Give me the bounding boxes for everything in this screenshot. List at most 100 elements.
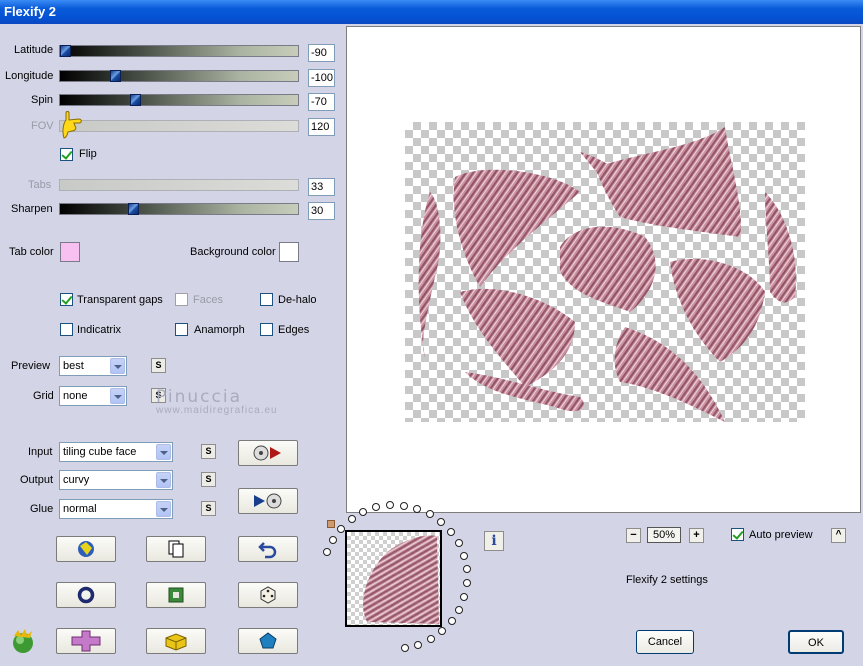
latitude-label: Latitude: [14, 44, 54, 56]
dice-button[interactable]: [238, 582, 298, 608]
preview-image: [405, 122, 805, 422]
latitude-thumb[interactable]: [60, 45, 71, 57]
navigator-dot[interactable]: [446, 527, 455, 536]
chevron-down-icon[interactable]: [110, 358, 125, 374]
frame-button[interactable]: [146, 582, 206, 608]
indicatrix-label: Indicatrix: [77, 324, 122, 336]
de-halo-checkbox[interactable]: [260, 293, 273, 306]
output-label: Output: [20, 474, 54, 486]
sharpen-thumb[interactable]: [128, 203, 139, 215]
cross-button[interactable]: [56, 628, 116, 654]
input-select[interactable]: tiling cube face: [59, 442, 173, 462]
navigator-dot[interactable]: [438, 627, 447, 636]
pentagon-icon: [259, 632, 277, 649]
zoom-in-button[interactable]: +: [689, 528, 704, 543]
tab-color-swatch[interactable]: [60, 242, 80, 262]
tabs-value[interactable]: 33: [308, 178, 335, 196]
edges-checkbox[interactable]: [260, 323, 273, 336]
navigator-dot[interactable]: [347, 515, 356, 524]
sharpen-label: Sharpen: [11, 203, 53, 215]
info-button[interactable]: i: [484, 531, 504, 551]
faces-checkbox[interactable]: [175, 293, 188, 306]
navigator-dot[interactable]: [414, 641, 423, 650]
output-select[interactable]: curvy: [59, 470, 173, 490]
navigator-dot[interactable]: [455, 605, 464, 614]
tabs-slider[interactable]: [59, 179, 299, 191]
preview-marker[interactable]: [327, 520, 335, 528]
navigator-dot[interactable]: [462, 565, 471, 574]
preview-canvas[interactable]: [346, 26, 861, 513]
navigator-dot[interactable]: [329, 535, 338, 544]
arrow-right-disc-icon: [254, 493, 282, 509]
sharpen-value[interactable]: 30: [308, 202, 335, 220]
randomize-button[interactable]: [56, 536, 116, 562]
navigator-dot[interactable]: [460, 592, 469, 601]
watermark-site: www.maidiregrafica.eu: [156, 405, 278, 416]
fov-slider[interactable]: [59, 120, 299, 132]
auto-preview-label: Auto preview: [749, 529, 813, 541]
copy-button[interactable]: [146, 536, 206, 562]
navigator-dot[interactable]: [413, 504, 422, 513]
background-color-swatch[interactable]: [279, 242, 299, 262]
preview-s-button[interactable]: S: [151, 358, 166, 373]
preview-label: Preview: [11, 360, 51, 372]
cube-button[interactable]: [146, 628, 206, 654]
preview-select-value: best: [63, 360, 84, 372]
flip-checkbox[interactable]: [60, 148, 73, 161]
longitude-slider[interactable]: [59, 70, 299, 82]
zoom-out-button[interactable]: −: [626, 528, 641, 543]
pentagon-button[interactable]: [238, 628, 298, 654]
chevron-down-icon[interactable]: [156, 472, 171, 488]
transparent-gaps-checkbox[interactable]: [60, 293, 73, 306]
background-color-label: Background color: [190, 246, 276, 258]
glue-s-button[interactable]: S: [201, 501, 216, 516]
square-frame-icon: [168, 587, 184, 603]
navigator-dot[interactable]: [401, 644, 410, 653]
fov-value[interactable]: 120: [308, 118, 335, 136]
chevron-down-icon[interactable]: [110, 388, 125, 404]
auto-preview-checkbox[interactable]: [731, 528, 744, 541]
navigator-dot[interactable]: [425, 510, 434, 519]
collapse-button[interactable]: ^: [831, 528, 846, 543]
spin-slider[interactable]: [59, 94, 299, 106]
navigator-dot[interactable]: [437, 517, 446, 526]
navigator-dot[interactable]: [454, 539, 463, 548]
navigator-thumbnail[interactable]: [345, 530, 442, 627]
navigator-dot[interactable]: [462, 579, 471, 588]
tab-color-label: Tab color: [9, 246, 54, 258]
navigator-dot[interactable]: [447, 617, 456, 626]
glue-select[interactable]: normal: [59, 499, 173, 519]
input-to-output-button[interactable]: [238, 440, 298, 466]
spin-thumb[interactable]: [130, 94, 141, 106]
anamorph-checkbox[interactable]: [175, 323, 188, 336]
chevron-down-icon[interactable]: [156, 444, 171, 460]
latitude-value[interactable]: -90: [308, 44, 335, 62]
navigator-dot[interactable]: [359, 508, 368, 517]
spin-value[interactable]: -70: [308, 93, 335, 111]
latitude-slider[interactable]: [59, 45, 299, 57]
output-to-input-button[interactable]: [238, 488, 298, 514]
navigator-dot[interactable]: [399, 501, 408, 510]
output-s-button[interactable]: S: [201, 472, 216, 487]
de-halo-label: De-halo: [278, 294, 317, 306]
ok-button[interactable]: OK: [788, 630, 844, 654]
cancel-button[interactable]: Cancel: [636, 630, 694, 654]
longitude-value[interactable]: -100: [308, 69, 335, 87]
navigator-image: [363, 535, 439, 624]
longitude-thumb[interactable]: [110, 70, 121, 82]
sharpen-slider[interactable]: [59, 203, 299, 215]
sphere-button[interactable]: [56, 582, 116, 608]
preview-select[interactable]: best: [59, 356, 127, 376]
navigator-dot[interactable]: [427, 635, 435, 644]
navigator-dot[interactable]: [459, 551, 468, 560]
undo-button[interactable]: [238, 536, 298, 562]
chevron-down-icon[interactable]: [156, 501, 171, 517]
grid-select[interactable]: none: [59, 386, 127, 406]
anamorph-label: Anamorph: [194, 324, 245, 336]
navigator-dot[interactable]: [323, 548, 332, 557]
window-title: Flexify 2: [4, 4, 57, 19]
input-s-button[interactable]: S: [201, 444, 216, 459]
input-select-value: tiling cube face: [63, 446, 137, 458]
ring-icon: [77, 586, 95, 604]
indicatrix-checkbox[interactable]: [60, 323, 73, 336]
